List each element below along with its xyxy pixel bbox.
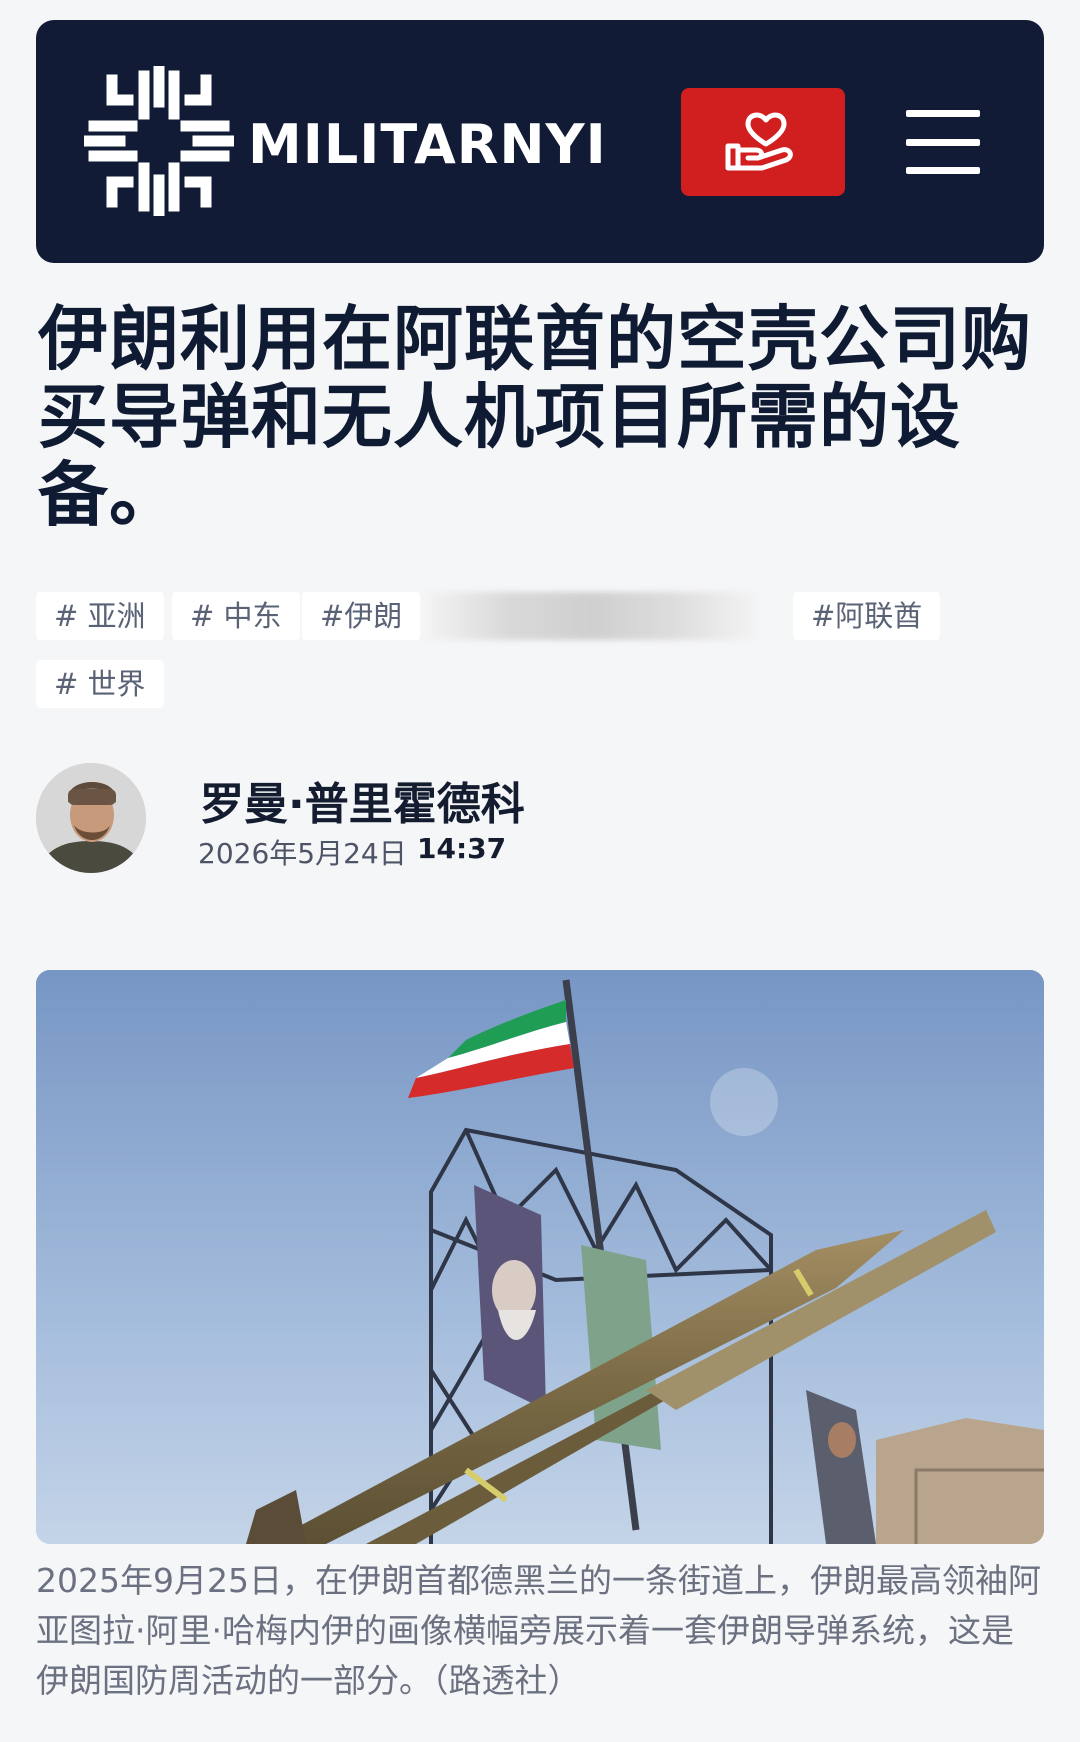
menu-line: [906, 138, 980, 146]
author-avatar[interactable]: [36, 763, 146, 873]
site-header: MILITARNYI: [36, 20, 1044, 263]
tag-middle-east[interactable]: # 中东: [172, 592, 300, 640]
tag-blurred[interactable]: [426, 592, 756, 640]
article-title: 伊朗利用在阿联酋的空壳公司购买导弹和无人机项目所需的设备。: [38, 298, 1032, 536]
publish-time: 14:37: [417, 832, 507, 865]
militarnyi-logo-icon[interactable]: [80, 62, 238, 220]
heart-hand-icon: [725, 112, 793, 171]
tag-uae[interactable]: #阿联酋: [793, 592, 941, 640]
hamburger-menu-icon[interactable]: [906, 110, 980, 174]
tag-asia[interactable]: # 亚洲: [36, 592, 164, 640]
author-name[interactable]: 罗曼·普里霍德科: [200, 768, 525, 832]
tag-world[interactable]: # 世界: [36, 660, 164, 708]
tag-iran[interactable]: #伊朗: [302, 592, 421, 640]
menu-line: [906, 167, 980, 174]
publish-date: 2026年5月24日: [198, 837, 407, 870]
menu-line: [906, 110, 980, 117]
site-logo-text[interactable]: MILITARNYI: [248, 115, 607, 175]
photo-caption: 2025年9月25日，在伊朗首都德黑兰的一条街道上，伊朗最高领袖阿亚图拉·阿里·…: [36, 1561, 1041, 1700]
article-photo[interactable]: [36, 970, 1044, 1544]
donate-button[interactable]: [681, 88, 845, 196]
